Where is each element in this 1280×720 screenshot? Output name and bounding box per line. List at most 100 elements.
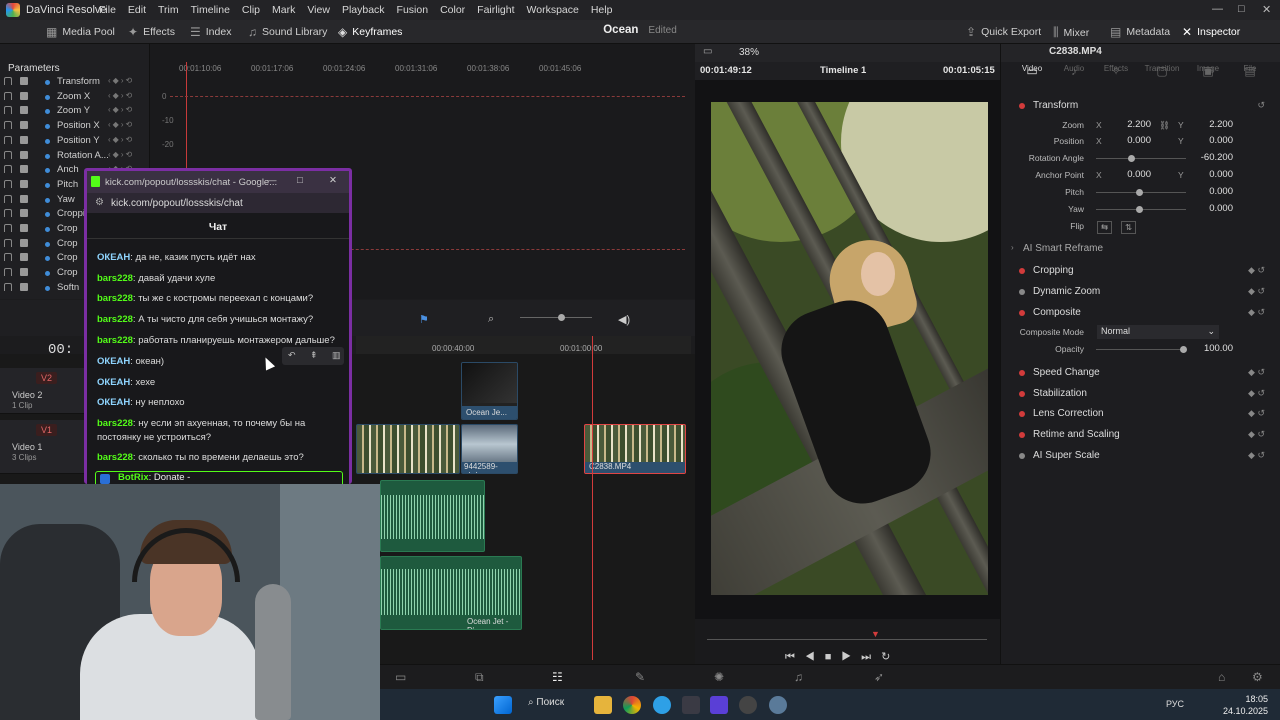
menu-playback[interactable]: Playback: [342, 4, 385, 16]
davinci-taskbar-icon[interactable]: [682, 696, 700, 714]
menu-file[interactable]: File: [99, 4, 116, 16]
steam-icon[interactable]: [739, 696, 757, 714]
volume-icon[interactable]: ◀): [618, 313, 630, 326]
audio-clip-1[interactable]: [380, 480, 485, 552]
clip-v1-forest[interactable]: [356, 424, 460, 474]
menu-view[interactable]: View: [307, 4, 330, 16]
chat-username[interactable]: bars228: [97, 314, 133, 325]
effects-button[interactable]: ✦ Effects: [128, 25, 175, 39]
menu-timeline[interactable]: Timeline: [191, 4, 230, 16]
minimize-icon[interactable]: —: [267, 175, 277, 186]
settings-app-icon[interactable]: [769, 696, 787, 714]
chat-message[interactable]: bars228: ну если эп ахуенная, то почему …: [97, 417, 342, 445]
chat-username[interactable]: ОКЕАН: [97, 252, 130, 263]
flip-horizontal-icon[interactable]: ⇆: [1097, 221, 1113, 234]
file-explorer-icon[interactable]: [594, 696, 612, 714]
language-indicator[interactable]: РУС: [1166, 699, 1184, 709]
fairlight-page-icon[interactable]: ♫: [794, 670, 803, 684]
zoom-slider-knob[interactable]: [558, 314, 565, 321]
anchor-x-field[interactable]: 0.000: [1105, 169, 1151, 182]
chat-username[interactable]: ОКЕАН: [97, 356, 130, 367]
enable-icon[interactable]: [20, 194, 28, 203]
enable-icon[interactable]: [20, 77, 28, 85]
parameter-row[interactable]: Transform ‹◆›⟲: [0, 76, 150, 90]
yaw-field[interactable]: 0.000: [1187, 203, 1233, 216]
taskbar-clock[interactable]: 18:05 24.10.2025: [1223, 693, 1268, 717]
chat-username[interactable]: bars228: [97, 452, 133, 463]
windows-start-icon[interactable]: [494, 696, 512, 714]
anchor-y-field[interactable]: 0.000: [1187, 169, 1233, 182]
menu-help[interactable]: Help: [591, 4, 613, 16]
section-enable-dot[interactable]: [1019, 289, 1025, 295]
playback-buttons[interactable]: ⏮◀■▶⏭↻: [785, 650, 900, 664]
yaw-slider[interactable]: [1096, 206, 1186, 213]
position-x-field[interactable]: 0.000: [1105, 135, 1151, 148]
menu-workspace[interactable]: Workspace: [527, 4, 579, 16]
enable-icon[interactable]: [20, 268, 28, 277]
section-enable-dot[interactable]: [1019, 103, 1025, 109]
clip-v2[interactable]: Ocean Je...: [461, 362, 518, 420]
enable-icon[interactable]: [20, 150, 28, 159]
sound-library-button[interactable]: ♫ Sound Library: [248, 25, 327, 39]
lock-icon[interactable]: [4, 209, 12, 218]
section-ai-smart-reframe[interactable]: › AI Smart Reframe: [1001, 240, 1280, 260]
telegram-icon[interactable]: [653, 696, 671, 714]
slider-knob[interactable]: [1136, 206, 1143, 213]
section-cropping[interactable]: Cropping ◆ ↺: [1001, 262, 1280, 282]
minimize-icon[interactable]: —: [1212, 3, 1223, 15]
reset-icon[interactable]: ◆ ↺: [1248, 286, 1265, 297]
keyframe-controls-icon[interactable]: ‹◆›⟲: [108, 76, 134, 85]
lock-icon[interactable]: [4, 282, 12, 291]
zoom-icon[interactable]: ⌕: [488, 313, 494, 326]
enable-icon[interactable]: [20, 106, 28, 115]
clip-v1-c2838[interactable]: C2838.MP4: [584, 424, 686, 474]
section-enable-dot[interactable]: [1019, 310, 1025, 316]
enable-icon[interactable]: [20, 135, 28, 144]
chat-address-bar[interactable]: ⚙ kick.com/popout/lossskis/chat: [87, 193, 349, 213]
lock-icon[interactable]: [4, 77, 12, 85]
reset-icon[interactable]: ◆ ↺: [1248, 367, 1265, 378]
pin-icon[interactable]: ⇞: [310, 350, 318, 361]
chat-message[interactable]: ОКЕАН: хехе: [97, 376, 342, 390]
enable-icon[interactable]: [20, 282, 28, 291]
lock-icon[interactable]: [4, 253, 12, 262]
flag-icon[interactable]: ⚑: [419, 313, 429, 326]
cut-page-icon[interactable]: ⧉: [475, 670, 484, 685]
enable-icon[interactable]: [20, 179, 28, 188]
track-header-v2[interactable]: V2 Video 2 1 Clip: [0, 368, 85, 414]
rotation-slider[interactable]: [1096, 155, 1186, 162]
section-dynamic-zoom[interactable]: Dynamic Zoom ◆ ↺: [1001, 283, 1280, 303]
menu-color[interactable]: Color: [440, 4, 465, 16]
zoom-y-field[interactable]: 2.200: [1187, 119, 1233, 132]
lock-icon[interactable]: [4, 238, 12, 247]
menu-fusion[interactable]: Fusion: [397, 4, 429, 16]
flip-vertical-icon[interactable]: ⇅: [1121, 221, 1137, 234]
deliver-page-icon[interactable]: ➶: [874, 670, 884, 684]
viewer-layout-icon[interactable]: ▭: [703, 46, 712, 57]
keyframe-ruler[interactable]: 00:01:10:06 00:01:17:06 00:01:24:06 00:01:3…: [150, 62, 695, 74]
maximize-icon[interactable]: □: [297, 175, 303, 186]
section-enable-dot[interactable]: [1019, 268, 1025, 274]
close-icon[interactable]: ✕: [1262, 3, 1271, 16]
inspector-button[interactable]: ✕ Inspector: [1182, 25, 1240, 39]
chrome-icon[interactable]: [623, 696, 641, 714]
section-retime-and-scaling[interactable]: Retime and Scaling ◆ ↺: [1001, 426, 1280, 446]
lock-icon[interactable]: [4, 268, 12, 277]
chat-message[interactable]: bars228: работать планируешь монтажером …: [97, 334, 342, 348]
chat-message[interactable]: bars228: сколько ты по времени делаешь э…: [97, 451, 342, 465]
reset-icon[interactable]: ◆ ↺: [1248, 307, 1265, 318]
fusion-page-icon[interactable]: ✎: [635, 670, 645, 684]
menu-mark[interactable]: Mark: [272, 4, 295, 16]
reset-icon[interactable]: ◆ ↺: [1248, 450, 1265, 461]
app-b-icon[interactable]: [710, 696, 728, 714]
close-icon[interactable]: ✕: [329, 175, 337, 186]
enable-icon[interactable]: [20, 253, 28, 262]
chat-message[interactable]: ОКЕАН: да не, казик пусть идёт нах: [97, 251, 342, 265]
lock-icon[interactable]: [4, 165, 12, 174]
chat-username[interactable]: bars228: [97, 293, 133, 304]
media-page-icon[interactable]: ▭: [395, 670, 406, 684]
rotation-field[interactable]: -60.200: [1187, 152, 1233, 165]
section-ai-super-scale[interactable]: AI Super Scale ◆ ↺: [1001, 447, 1280, 467]
chat-username[interactable]: ОКЕАН: [97, 397, 130, 408]
section-enable-dot[interactable]: [1019, 453, 1025, 459]
